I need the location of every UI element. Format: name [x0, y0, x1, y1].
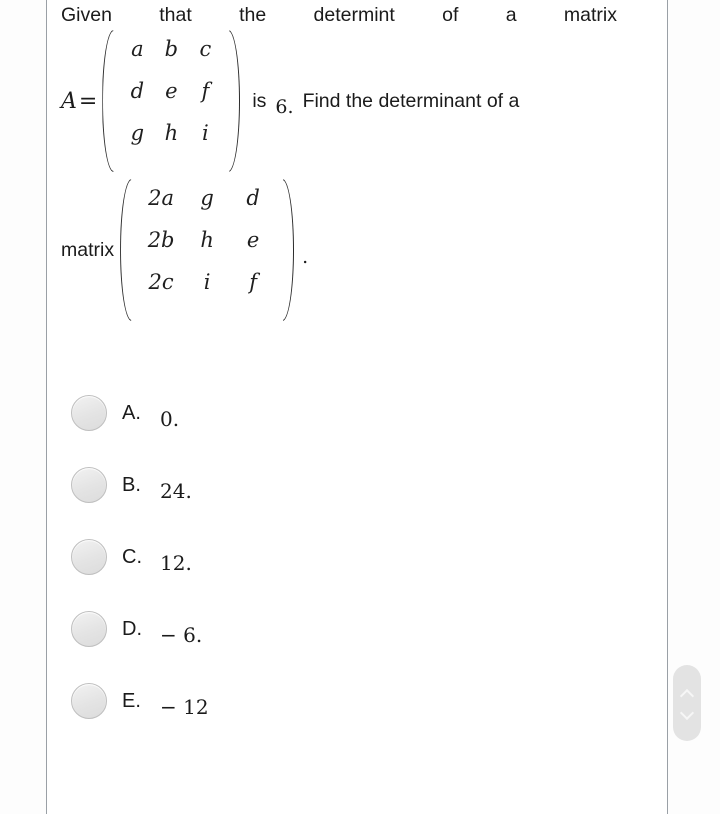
matrix-row: a b c [120, 38, 222, 80]
question-word-given: Given [61, 4, 112, 26]
option-letter: B. [122, 473, 141, 496]
answer-options-list: A. 0. B. 24. C. 12. D. − 6. E. − 12 [71, 377, 631, 737]
question-word-determint: determint [313, 4, 395, 26]
matrix-right-paren [226, 28, 242, 174]
matrix-left-paren [100, 28, 116, 174]
option-letter: D. [122, 617, 142, 640]
radio-button-a[interactable] [71, 395, 107, 431]
matrix-cell: f [201, 79, 210, 104]
option-letter: A. [122, 401, 141, 424]
matrix-row: d e f [120, 80, 222, 122]
matrix-cell: e [246, 228, 260, 253]
question-line-2: A = a b c d e f g h i is 6. Find the det… [61, 27, 661, 175]
scroll-navigation-pill[interactable] [673, 665, 701, 741]
question-word-matrix: matrix [563, 4, 617, 26]
matrix-cell: 2c [148, 270, 174, 295]
chevron-up-icon[interactable] [681, 690, 694, 698]
matrix-row: 2b h e [138, 229, 276, 271]
radio-button-c[interactable] [71, 539, 107, 575]
matrix-cell: f [249, 270, 257, 295]
option-letter: C. [122, 545, 142, 568]
equals-sign: = [78, 88, 98, 114]
matrix-cell: g [130, 121, 145, 146]
matrix-label: matrix [61, 239, 115, 262]
option-row-b[interactable]: B. 24. [71, 449, 631, 521]
matrix-left-paren [118, 177, 134, 323]
matrix-B-rows: 2a g d 2b h e 2c i f [134, 177, 280, 323]
option-row-d[interactable]: D. − 6. [71, 593, 631, 665]
matrix-row: 2a g d [138, 187, 276, 229]
question-block: Given that the determint of a matrix A =… [61, 0, 661, 325]
matrix-cell: g [200, 186, 214, 211]
left-gutter [0, 0, 46, 814]
matrix-row: g h i [120, 122, 222, 164]
determinant-value: 6. [275, 96, 294, 118]
question-line-1: Given that the determint of a matrix [61, 0, 617, 26]
matrix-cell: i [203, 270, 211, 295]
option-value: − 6. [160, 623, 203, 647]
matrix-cell: d [246, 186, 260, 211]
question-tail-text: Find the determinant of a [302, 90, 520, 112]
radio-button-e[interactable] [71, 683, 107, 719]
option-value: 0. [160, 407, 180, 431]
matrix-cell: a [131, 37, 144, 62]
option-row-a[interactable]: A. 0. [71, 377, 631, 449]
matrix-B: 2a g d 2b h e 2c i f [118, 177, 296, 323]
question-word-the: the [239, 4, 267, 26]
matrix-right-paren [280, 177, 296, 323]
question-word-of: of [442, 4, 459, 26]
option-value: 24. [160, 479, 192, 503]
matrix-cell: h [164, 121, 179, 146]
radio-button-d[interactable] [71, 611, 107, 647]
matrix-cell: i [201, 121, 209, 146]
chevron-down-icon[interactable] [681, 708, 694, 716]
matrix-cell: 2a [148, 186, 175, 211]
option-letter: E. [122, 689, 141, 712]
matrix-cell: d [130, 79, 145, 104]
matrix-A: a b c d e f g h i [100, 28, 242, 174]
matrix-row: 2c i f [138, 271, 276, 313]
question-line-3: matrix 2a g d 2b h e 2c i f . [61, 175, 661, 325]
question-word-is: is [252, 90, 267, 112]
matrix-cell: b [164, 37, 179, 62]
matrix-A-rows: a b c d e f g h i [116, 28, 226, 174]
matrix-cell: c [199, 37, 212, 62]
sentence-period: . [302, 245, 309, 268]
matrix-cell: h [200, 228, 214, 253]
option-row-e[interactable]: E. − 12 [71, 665, 631, 737]
matrix-cell: 2b [147, 228, 175, 253]
option-value: 12. [160, 551, 192, 575]
right-divider [667, 0, 668, 814]
question-content-area: Given that the determint of a matrix A =… [47, 0, 667, 814]
matrix-cell: e [165, 79, 178, 104]
question-word-that: that [159, 4, 192, 26]
radio-button-b[interactable] [71, 467, 107, 503]
option-row-c[interactable]: C. 12. [71, 521, 631, 593]
matrix-variable-A: A [61, 88, 77, 114]
question-word-a: a [505, 4, 517, 26]
option-value: − 12 [160, 695, 209, 719]
question-tail-segment: is 6. Find the determinant of a [252, 90, 520, 117]
